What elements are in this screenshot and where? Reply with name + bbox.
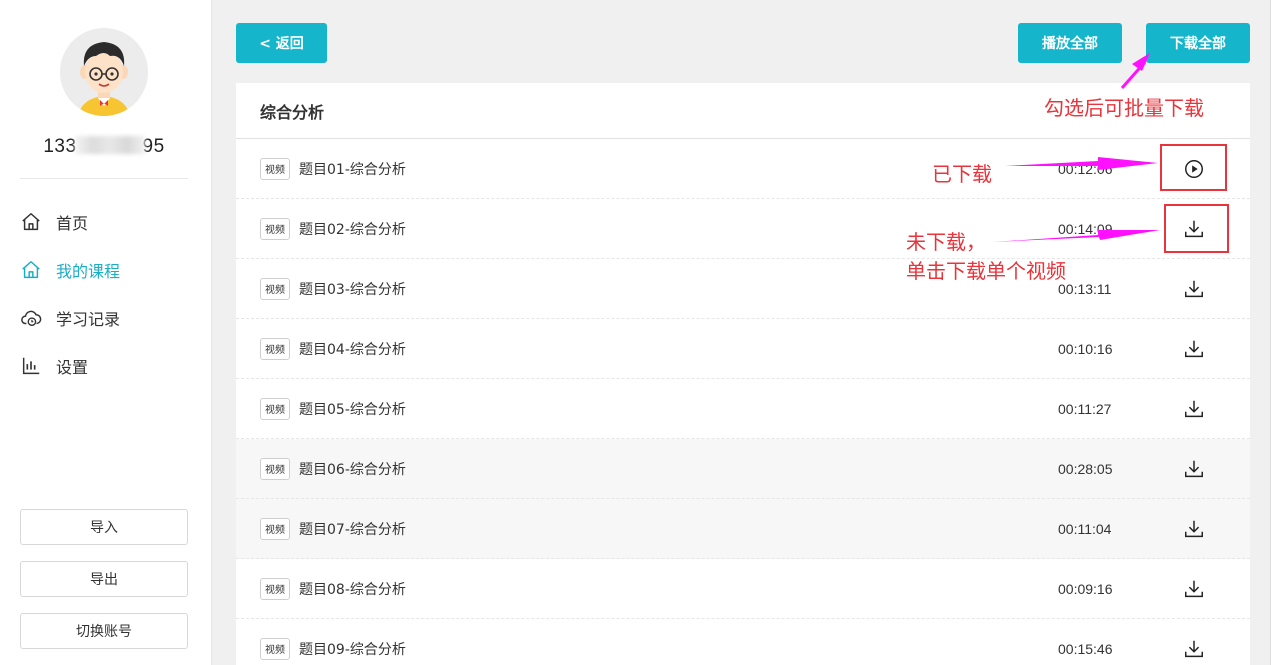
course-panel: 综合分析 视频 题目01-综合分析 00:12:06 视频 题目02-综合分析 00:14…: [236, 83, 1250, 665]
not-downloaded-highlight-box: [1164, 204, 1229, 253]
window-edge: [1270, 0, 1278, 665]
play-all-button[interactable]: 播放全部: [1018, 23, 1122, 63]
sidebar-item-label: 我的课程: [56, 262, 121, 281]
course-item-duration: 00:10:16: [1058, 340, 1113, 357]
course-item-row[interactable]: 视频 题目02-综合分析 00:14:09: [236, 199, 1250, 259]
course-item-duration: 00:11:04: [1058, 520, 1112, 537]
phone-prefix: 133: [43, 136, 77, 157]
course-item-duration: 00:09:16: [1058, 580, 1113, 597]
course-item-row[interactable]: 视频 题目03-综合分析 00:13:11: [236, 259, 1250, 319]
download-button[interactable]: [1182, 337, 1206, 361]
sidebar-item-label: 首页: [56, 214, 89, 233]
chart-bars-icon: [22, 357, 40, 375]
course-item-title[interactable]: 题目08-综合分析: [299, 579, 406, 599]
video-tag: 视频: [260, 157, 290, 180]
sidebar-item-my-courses[interactable]: 我的课程: [0, 246, 208, 294]
course-item-title[interactable]: 题目01-综合分析: [299, 159, 406, 179]
not-downloaded-annotation-line2: 单击下载单个视频: [906, 259, 1066, 283]
course-item-title[interactable]: 题目05-综合分析: [299, 399, 406, 419]
course-item-row[interactable]: 视频 题目01-综合分析 00:12:06: [236, 139, 1250, 199]
video-tag: 视频: [260, 397, 290, 420]
video-tag: 视频: [260, 517, 290, 540]
video-tag: 视频: [260, 217, 290, 240]
download-button[interactable]: [1182, 457, 1206, 481]
download-icon: [1183, 458, 1205, 480]
download-button[interactable]: [1182, 277, 1206, 301]
switch-account-button[interactable]: 切换账号: [20, 613, 188, 649]
export-button[interactable]: 导出: [20, 561, 188, 597]
sidebar-item-study-records[interactable]: 学习记录: [0, 294, 208, 342]
back-button[interactable]: < 返回: [236, 23, 327, 63]
course-item-duration: 00:13:11: [1058, 280, 1112, 297]
download-icon: [1183, 398, 1205, 420]
avatar[interactable]: [60, 28, 148, 116]
video-tag: 视频: [260, 277, 290, 300]
course-item-row[interactable]: 视频 题目08-综合分析 00:09:16: [236, 559, 1250, 619]
video-tag: 视频: [260, 637, 290, 660]
not-downloaded-annotation-line1: 未下载，: [906, 230, 986, 254]
download-button[interactable]: [1182, 397, 1206, 421]
sidebar-item-home[interactable]: 首页: [0, 198, 208, 246]
course-item-duration: 00:28:05: [1058, 460, 1113, 477]
user-phone: 133 95: [0, 136, 208, 158]
home-icon: [22, 261, 40, 279]
course-item-row[interactable]: 视频 题目04-综合分析 00:10:16: [236, 319, 1250, 379]
sidebar-nav: 首页 我的课程 学习记录 设置: [0, 198, 208, 390]
download-icon: [1183, 518, 1205, 540]
video-tag: 视频: [260, 577, 290, 600]
avatar-illustration: [60, 28, 148, 116]
course-item-row[interactable]: 视频 题目07-综合分析 00:11:04: [236, 499, 1250, 559]
course-item-row[interactable]: 视频 题目06-综合分析 00:28:05: [236, 439, 1250, 499]
download-icon: [1183, 578, 1205, 600]
sidebar: 133 95 首页 我的课程 学习记录 设置 导入 导出 切换账号: [0, 0, 212, 665]
cloud-clock-icon: [21, 310, 42, 327]
video-tag: 视频: [260, 457, 290, 480]
course-item-row[interactable]: 视频 题目05-综合分析 00:11:27: [236, 379, 1250, 439]
download-icon: [1183, 278, 1205, 300]
download-button[interactable]: [1182, 637, 1206, 661]
video-tag: 视频: [260, 337, 290, 360]
sidebar-item-settings[interactable]: 设置: [0, 342, 208, 390]
phone-redaction: [74, 136, 145, 154]
downloaded-annotation: 已下载: [932, 162, 992, 186]
sidebar-item-label: 学习记录: [56, 310, 121, 329]
course-item-title[interactable]: 题目03-综合分析: [299, 279, 406, 299]
downloaded-highlight-box: [1160, 144, 1227, 191]
course-item-title[interactable]: 题目04-综合分析: [299, 339, 406, 359]
course-item-list: 视频 题目01-综合分析 00:12:06 视频 题目02-综合分析 00:14:09 视频…: [236, 139, 1250, 665]
course-item-duration: 00:11:27: [1058, 400, 1112, 417]
course-item-duration: 00:14:09: [1058, 220, 1113, 237]
course-item-duration: 00:12:06: [1058, 160, 1113, 177]
sidebar-divider: [20, 178, 188, 179]
course-item-title[interactable]: 题目09-综合分析: [299, 639, 406, 659]
home-icon: [22, 213, 40, 231]
batch-download-annotation: 勾选后可批量下载: [1044, 96, 1204, 120]
phone-suffix: 95: [142, 136, 165, 157]
course-item-title[interactable]: 题目02-综合分析: [299, 219, 406, 239]
download-icon: [1183, 338, 1205, 360]
download-button[interactable]: [1182, 577, 1206, 601]
download-all-button[interactable]: 下载全部: [1146, 23, 1250, 63]
course-item-duration: 00:15:46: [1058, 640, 1113, 657]
download-icon: [1183, 638, 1205, 660]
sidebar-item-label: 设置: [56, 358, 89, 377]
course-item-title[interactable]: 题目06-综合分析: [299, 459, 406, 479]
course-item-row[interactable]: 视频 题目09-综合分析 00:15:46: [236, 619, 1250, 665]
import-button[interactable]: 导入: [20, 509, 188, 545]
course-item-title[interactable]: 题目07-综合分析: [299, 519, 406, 539]
download-button[interactable]: [1182, 517, 1206, 541]
